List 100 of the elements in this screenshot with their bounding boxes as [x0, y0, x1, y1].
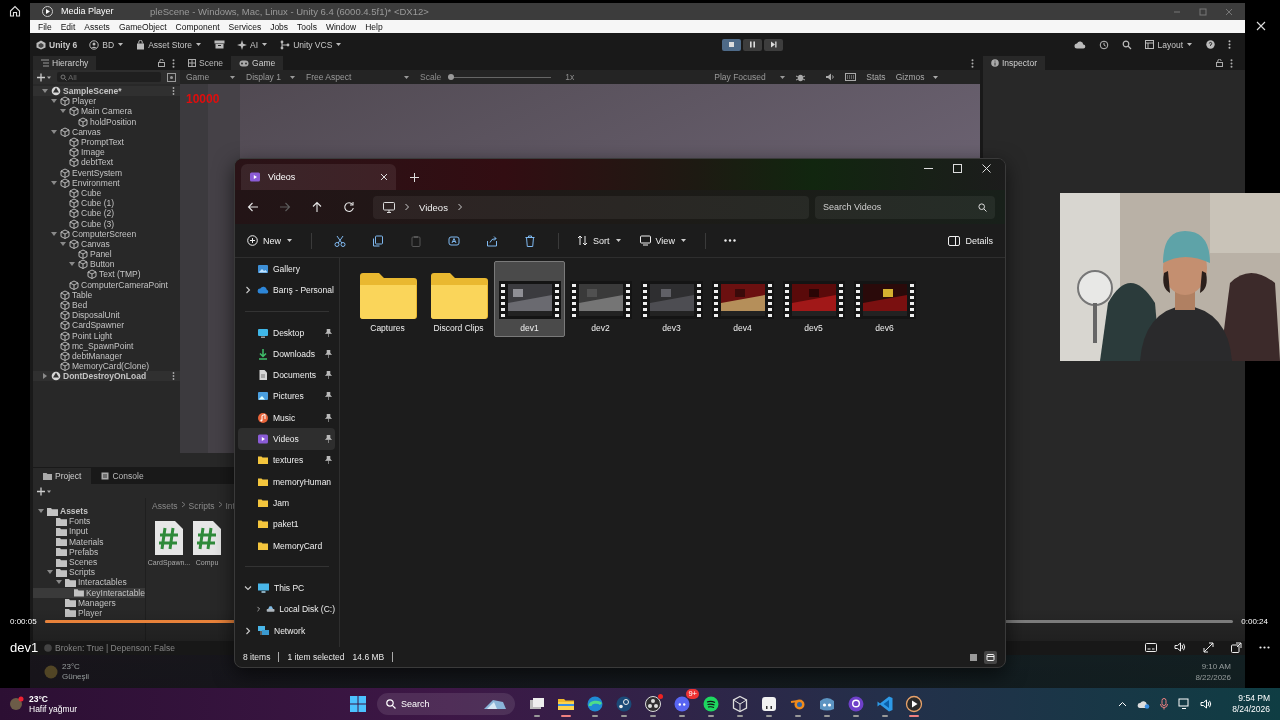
more-icon[interactable] — [172, 58, 175, 68]
tree-item[interactable]: Canvas — [33, 126, 180, 137]
tree-item[interactable]: DisposalUnit — [33, 310, 180, 321]
subtitles-icon[interactable] — [1145, 642, 1157, 652]
nav-item[interactable]: textures — [238, 449, 335, 471]
stats-toggle[interactable]: Stats — [866, 72, 886, 82]
tree-item[interactable]: Bed — [33, 299, 180, 311]
layout-dropdown[interactable]: Layout — [1145, 39, 1193, 50]
tree-item[interactable]: Managers — [33, 597, 145, 608]
code-editor-icon[interactable] — [876, 695, 894, 713]
tree-item[interactable]: Cube (1) — [33, 198, 180, 209]
panel-tab[interactable]: Inspector — [983, 56, 1045, 70]
tree-item[interactable]: debtManager — [33, 350, 180, 362]
tree-item[interactable]: Image — [33, 147, 180, 158]
add-icon[interactable] — [37, 486, 51, 496]
view-tab[interactable]: Game — [231, 56, 284, 70]
toolbar-dropdown[interactable]: Asset Store — [136, 39, 203, 50]
tree-item[interactable]: Main Camera — [33, 106, 180, 117]
more-icon[interactable] — [1259, 645, 1270, 649]
view-dropdown[interactable]: Game — [186, 72, 236, 82]
bug-icon[interactable] — [796, 72, 806, 82]
tree-item[interactable]: Scenes — [33, 556, 145, 568]
tree-item[interactable]: debtText — [33, 157, 180, 168]
tree-item[interactable]: Player — [33, 96, 180, 107]
expand-arrow-icon[interactable] — [41, 372, 49, 381]
start-icon[interactable] — [350, 696, 366, 712]
app-icon[interactable] — [673, 695, 691, 713]
menu-item[interactable]: Window — [325, 21, 357, 32]
app-icon[interactable] — [615, 695, 633, 713]
view-dropdown[interactable]: Free Aspect — [306, 72, 410, 82]
tree-item[interactable]: MemoryCard(Clone) — [33, 361, 180, 372]
network-icon[interactable] — [1178, 698, 1191, 710]
volume-icon[interactable] — [1200, 699, 1213, 709]
tree-item[interactable]: Cube (3) — [33, 218, 180, 229]
nav-item[interactable]: MemoryCard — [238, 534, 335, 557]
menu-item[interactable]: GameObject — [118, 21, 167, 32]
step-button[interactable] — [764, 38, 784, 51]
menu-item[interactable]: File — [38, 21, 52, 32]
tree-item[interactable]: Text (TMP) — [33, 269, 180, 280]
panel-tab[interactable]: Console — [91, 468, 154, 484]
menu-item[interactable]: Edit — [60, 21, 76, 32]
view-tab[interactable]: Scene — [180, 56, 232, 70]
play-icon[interactable] — [905, 695, 923, 713]
tree-item[interactable]: Assets — [33, 506, 145, 517]
tree-item[interactable]: Button — [33, 259, 180, 270]
nav-item[interactable]: Jam — [238, 492, 335, 514]
tree-item[interactable]: holdPosition — [33, 116, 180, 127]
microphone-icon[interactable] — [1160, 698, 1169, 710]
stop-button[interactable] — [722, 38, 742, 51]
tree-item[interactable]: ComputerScreen — [33, 228, 180, 239]
menu-item[interactable]: Help — [365, 21, 383, 32]
tree-item[interactable]: Panel — [33, 249, 180, 260]
app-icon[interactable] — [847, 695, 865, 713]
volume-icon[interactable] — [1174, 642, 1186, 652]
tiles-view-button[interactable] — [984, 650, 997, 664]
view-dropdown[interactable]: Play Focused — [714, 72, 787, 82]
gizmos-dropdown[interactable]: Gizmos — [895, 72, 940, 82]
search-field[interactable]: All — [57, 72, 161, 82]
miniplayer-icon[interactable] — [1231, 641, 1242, 653]
pause-button[interactable] — [743, 38, 763, 51]
app-icon[interactable] — [702, 695, 720, 713]
tree-item[interactable]: Materials — [33, 536, 145, 547]
panel-tab[interactable]: Hierarchy — [33, 56, 97, 70]
browser-icon[interactable] — [586, 695, 604, 713]
more-icon[interactable] — [1228, 40, 1231, 49]
slider-thumb[interactable] — [448, 74, 455, 80]
add-icon[interactable] — [37, 72, 51, 82]
tree-item[interactable]: Canvas — [33, 238, 180, 249]
more-icon[interactable] — [1230, 58, 1233, 68]
search-icon[interactable] — [1122, 39, 1133, 50]
fullscreen-icon[interactable] — [1203, 641, 1214, 653]
tree-item[interactable]: mc_SpawnPoint — [33, 340, 180, 351]
tree-item[interactable]: Cube (2) — [33, 208, 180, 219]
menu-item[interactable]: Assets — [84, 21, 110, 32]
tree-item[interactable]: SampleScene* — [33, 86, 180, 97]
more-icon[interactable] — [971, 58, 974, 68]
help-icon[interactable] — [1206, 40, 1215, 49]
chevron-icon[interactable] — [243, 625, 253, 636]
tree-item[interactable]: DontDestroyOnLoad — [33, 371, 180, 382]
clock-time[interactable]: 9:54 PM — [1238, 693, 1270, 704]
panel-tab[interactable]: Project — [33, 468, 92, 484]
tree-item[interactable]: Point Light — [33, 330, 180, 341]
toolbar-dropdown[interactable]: AI — [237, 39, 269, 50]
cloud-icon[interactable] — [1137, 699, 1151, 709]
toolbar-dropdown[interactable]: Unity VCS — [280, 39, 343, 50]
tree-item[interactable]: Scripts — [33, 567, 145, 578]
tree-item[interactable]: Table — [33, 289, 180, 300]
tree-item[interactable]: Prefabs — [33, 546, 145, 557]
tree-item[interactable]: Environment — [33, 177, 180, 188]
cloud-icon[interactable] — [1074, 40, 1087, 49]
speaker-icon[interactable] — [825, 73, 836, 81]
menu-item[interactable]: Component — [175, 21, 220, 32]
tree-item[interactable]: KeyInteractable — [33, 587, 145, 598]
menu-item[interactable]: Services — [228, 21, 262, 32]
breadcrumb-item[interactable]: Scripts — [188, 501, 215, 511]
cube-icon[interactable] — [731, 695, 749, 713]
nav-item[interactable]: This PC — [238, 577, 335, 599]
app-icon[interactable] — [818, 695, 836, 713]
nav-item[interactable]: memoryHuman — [238, 470, 335, 493]
tree-item[interactable]: Fonts — [33, 516, 145, 527]
